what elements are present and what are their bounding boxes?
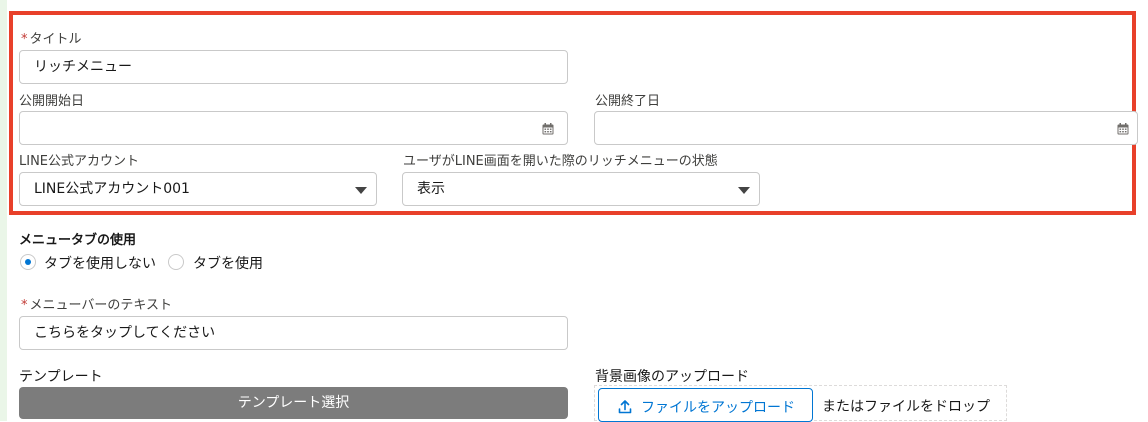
upload-file-button[interactable]: ファイルをアップロード bbox=[598, 388, 813, 422]
line-account-label: LINE公式アカウント bbox=[19, 154, 140, 169]
menu-bar-text-label: * メニューバーのテキスト bbox=[21, 298, 172, 313]
required-marker: * bbox=[21, 32, 28, 47]
title-label: * タイトル bbox=[21, 32, 82, 47]
publish-end-label: 公開終了日 bbox=[595, 94, 661, 109]
chevron-down-icon bbox=[738, 187, 750, 194]
menu-tab-label: メニュータブの使用 bbox=[19, 233, 137, 248]
calendar-icon[interactable] bbox=[1117, 123, 1129, 135]
chevron-down-icon bbox=[355, 187, 367, 194]
required-marker: * bbox=[21, 298, 28, 313]
template-label: テンプレート bbox=[19, 369, 103, 385]
drop-file-text: またはファイルをドロップ bbox=[822, 399, 990, 415]
radio-no-tab[interactable] bbox=[20, 254, 36, 270]
radio-use-tab-label: タブを使用 bbox=[193, 256, 263, 272]
upload-file-button-label: ファイルをアップロード bbox=[641, 400, 795, 416]
publish-end-date-input[interactable] bbox=[594, 111, 1138, 145]
radio-use-tab[interactable] bbox=[168, 254, 184, 270]
line-account-selected: LINE公式アカウント001 bbox=[34, 181, 190, 197]
menu-state-select[interactable]: 表示 bbox=[402, 172, 760, 206]
background-upload-label: 背景画像のアップロード bbox=[595, 369, 749, 385]
menu-state-label: ユーザがLINE画面を開いた際のリッチメニューの状態 bbox=[403, 154, 718, 169]
publish-start-date-input[interactable] bbox=[19, 111, 568, 145]
publish-start-label: 公開開始日 bbox=[19, 94, 85, 109]
line-account-select[interactable]: LINE公式アカウント001 bbox=[19, 172, 377, 206]
template-select-button[interactable]: テンプレート選択 bbox=[19, 387, 568, 419]
menu-state-selected: 表示 bbox=[417, 181, 445, 197]
upload-icon bbox=[618, 400, 632, 414]
radio-no-tab-label: タブを使用しない bbox=[44, 256, 156, 272]
calendar-icon[interactable] bbox=[542, 123, 554, 135]
title-input[interactable]: リッチメニュー bbox=[19, 50, 568, 84]
left-edge-strip bbox=[0, 0, 7, 421]
menu-bar-text-input[interactable]: こちらをタップしてください bbox=[19, 316, 568, 350]
